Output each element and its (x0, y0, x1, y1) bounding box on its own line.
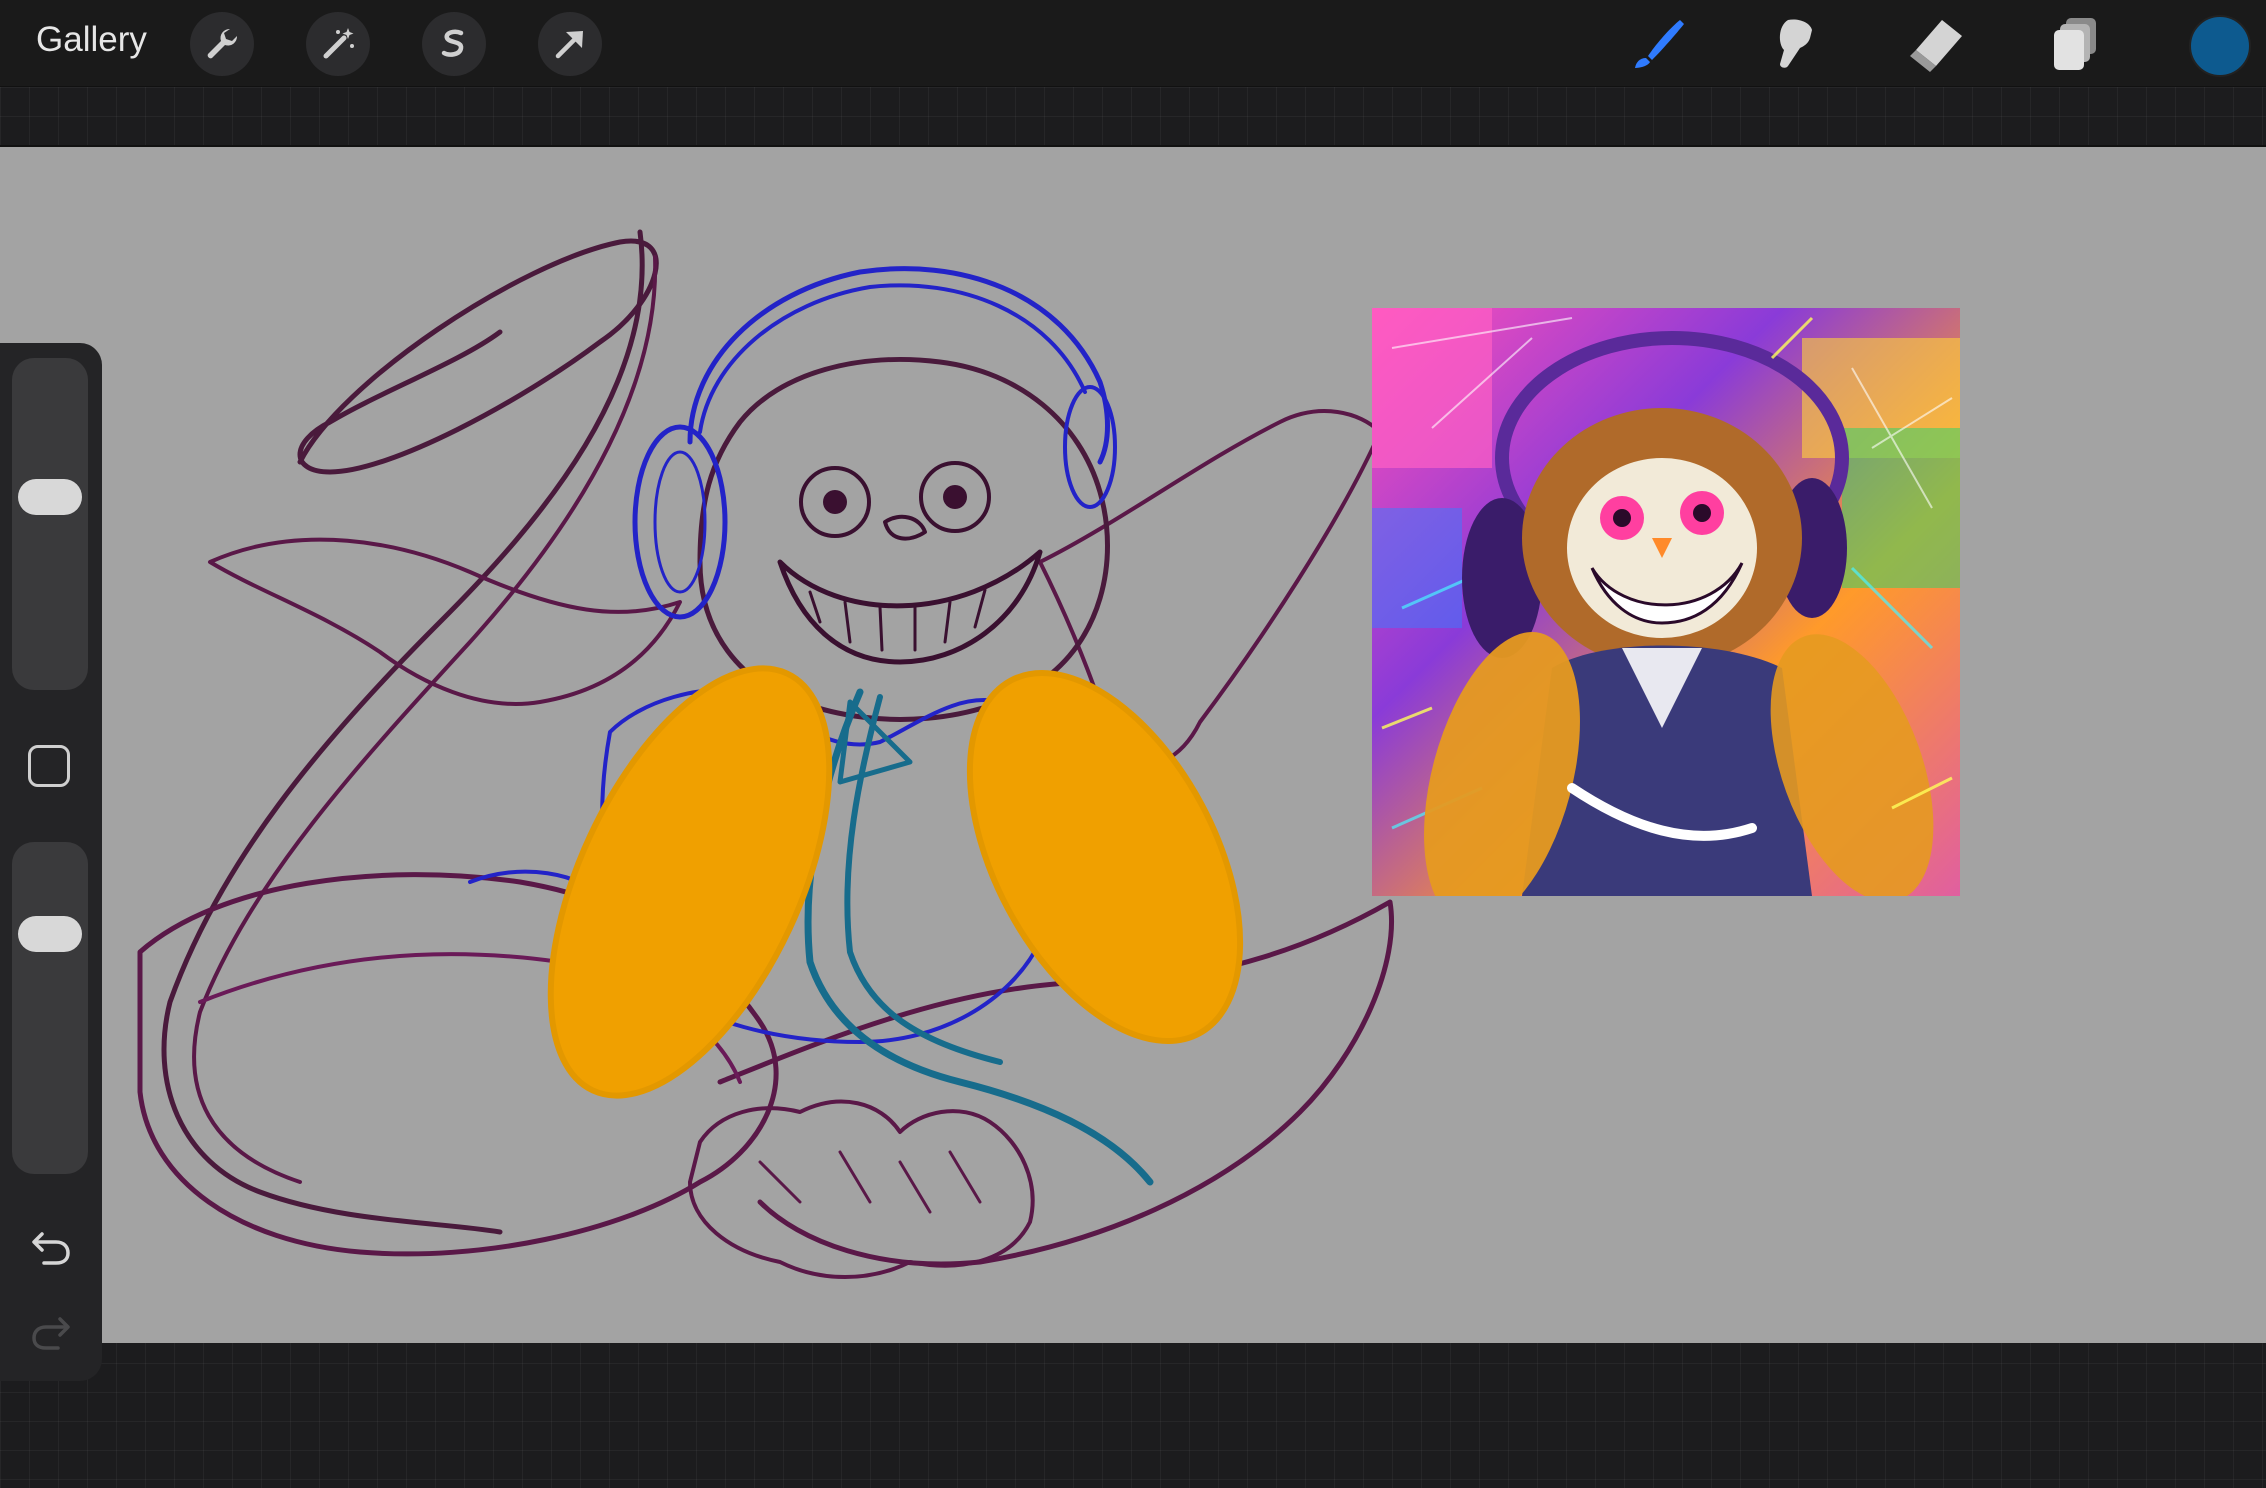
opacity-knob[interactable] (18, 916, 82, 952)
eraser-tool-button[interactable] (1904, 14, 1968, 74)
adjustments-button[interactable] (306, 12, 370, 76)
left-cymbal (547, 665, 833, 1099)
right-cymbal (966, 670, 1244, 1044)
actions-button[interactable] (190, 12, 254, 76)
opacity-slider[interactable] (12, 842, 88, 1174)
smudge-tool-button[interactable] (1764, 14, 1828, 74)
layers-icon (2054, 18, 2096, 70)
wrench-icon (207, 28, 238, 59)
drawing-canvas[interactable] (0, 145, 2266, 1343)
move-icon (555, 31, 583, 59)
top-toolbar: Gallery (0, 0, 2266, 87)
modifier-button[interactable] (28, 745, 70, 787)
left-sidebar (0, 343, 102, 1381)
transform-button[interactable] (538, 12, 602, 76)
redo-icon[interactable] (26, 1305, 76, 1355)
reference-image[interactable] (1372, 308, 1960, 896)
brush-tool-button[interactable] (1626, 14, 1690, 74)
headphones-left-cup (632, 424, 728, 620)
color-picker-button[interactable] (2189, 15, 2251, 77)
grin (777, 549, 1043, 665)
magic-wand-icon (323, 28, 354, 59)
brush-icon (1635, 20, 1684, 68)
selection-icon (441, 29, 464, 57)
brush-size-slider[interactable] (12, 358, 88, 690)
smudge-icon (1779, 19, 1812, 68)
undo-icon[interactable] (26, 1220, 76, 1270)
nose (883, 514, 927, 541)
brush-size-knob[interactable] (18, 479, 82, 515)
headphones-band (687, 266, 1110, 465)
gallery-button[interactable]: Gallery (36, 20, 147, 60)
selection-button[interactable] (422, 12, 486, 76)
layers-button[interactable] (2044, 14, 2108, 74)
eraser-icon (1910, 20, 1962, 72)
left-arm (208, 537, 682, 706)
tail-stroke (297, 238, 659, 475)
